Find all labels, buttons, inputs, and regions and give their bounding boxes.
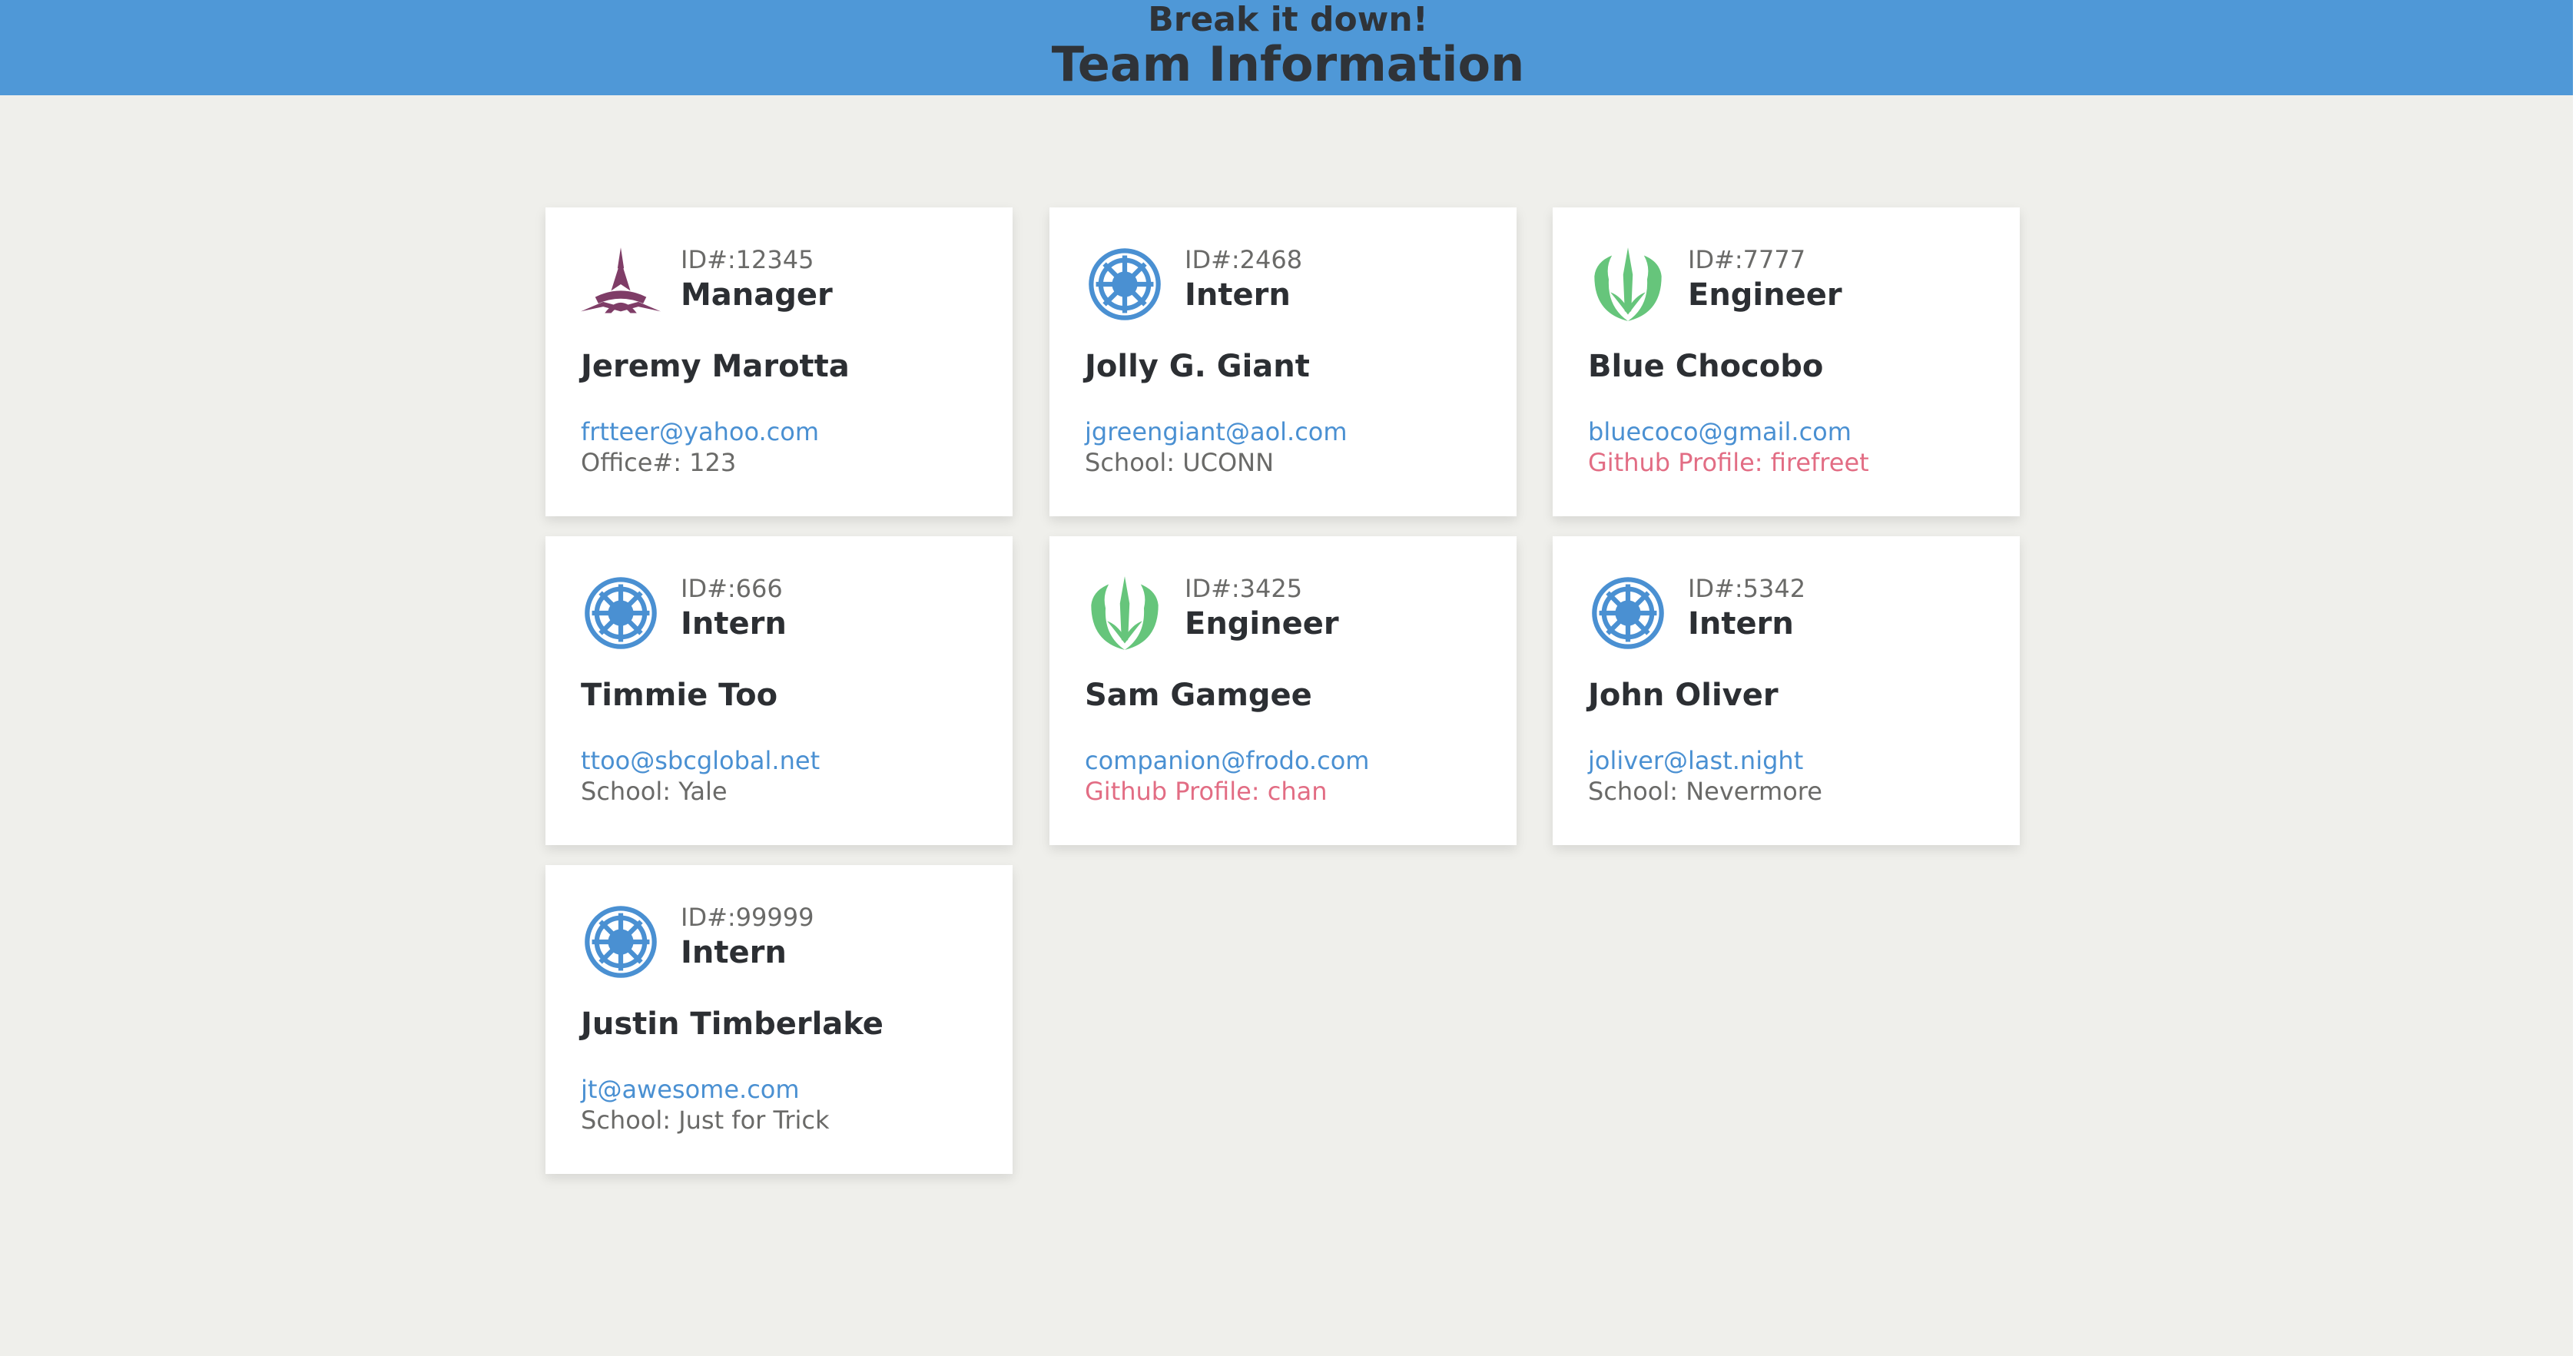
employee-email-link[interactable]: jgreengiant@aol.com: [1085, 416, 1348, 447]
employee-id: ID#:666: [681, 574, 783, 603]
employee-id: ID#:12345: [681, 245, 814, 274]
github-profile-link[interactable]: Github Profile: firefreet: [1588, 447, 1869, 478]
employee-email-link[interactable]: companion@frodo.com: [1085, 745, 1369, 776]
page-header: Break it down! Team Information: [0, 0, 2576, 95]
employee-id: ID#:7777: [1688, 245, 1806, 274]
school-name: School: UCONN: [1085, 448, 1275, 477]
employee-id: ID#:3425: [1185, 574, 1303, 603]
team-card-engineer: ID#:7777 Engineer Blue Chocobo bluecoco@…: [1553, 207, 2020, 516]
employee-name: Jeremy Marotta: [581, 349, 850, 384]
engineer-emblem-icon: [1085, 573, 1165, 653]
team-card-intern: ID#:5342 Intern John Oliver joliver@last…: [1553, 536, 2020, 845]
manager-emblem-icon: [581, 244, 661, 324]
employee-role: Engineer: [1185, 606, 1339, 642]
employee-email-link[interactable]: jt@awesome.com: [581, 1074, 800, 1105]
intern-emblem-icon: [581, 902, 661, 982]
team-card-manager: ID#:12345 Manager Jeremy Marotta frtteer…: [545, 207, 1013, 516]
team-card-intern: ID#:666 Intern Timmie Too ttoo@sbcglobal…: [545, 536, 1013, 845]
employee-role: Intern: [1688, 606, 1794, 642]
intern-emblem-icon: [1085, 244, 1165, 324]
team-card-intern: ID#:99999 Intern Justin Timberlake jt@aw…: [545, 865, 1013, 1174]
page-subtitle: Break it down!: [1148, 0, 1428, 39]
engineer-emblem-icon: [1588, 244, 1668, 324]
school-name: School: Just for Trick: [581, 1106, 830, 1135]
team-card-engineer: ID#:3425 Engineer Sam Gamgee companion@f…: [1049, 536, 1517, 845]
page-title: Team Information: [1051, 36, 1525, 92]
employee-email-link[interactable]: frtteer@yahoo.com: [581, 416, 819, 447]
employee-role: Intern: [681, 935, 787, 970]
employee-email-link[interactable]: joliver@last.night: [1588, 745, 1803, 776]
employee-name: Timmie Too: [581, 678, 778, 713]
school-name: School: Yale: [581, 777, 728, 806]
employee-email-link[interactable]: ttoo@sbcglobal.net: [581, 745, 820, 776]
employee-role: Intern: [681, 606, 787, 642]
office-number: Office#: 123: [581, 448, 737, 477]
employee-id: ID#:5342: [1688, 574, 1806, 603]
employee-role: Engineer: [1688, 277, 1842, 313]
scrollbar-track: [2573, 0, 2576, 1356]
employee-name: Jolly G. Giant: [1085, 349, 1310, 384]
intern-emblem-icon: [1588, 573, 1668, 653]
github-profile-link[interactable]: Github Profile: chan: [1085, 776, 1328, 807]
team-card-intern: ID#:2468 Intern Jolly G. Giant jgreengia…: [1049, 207, 1517, 516]
employee-id: ID#:2468: [1185, 245, 1303, 274]
school-name: School: Nevermore: [1588, 777, 1822, 806]
employee-name: Justin Timberlake: [581, 1006, 884, 1042]
employee-name: Blue Chocobo: [1588, 349, 1824, 384]
employee-name: John Oliver: [1588, 678, 1779, 713]
employee-email-link[interactable]: bluecoco@gmail.com: [1588, 416, 1852, 447]
employee-role: Intern: [1185, 277, 1291, 313]
employee-name: Sam Gamgee: [1085, 678, 1312, 713]
employee-id: ID#:99999: [681, 903, 814, 932]
intern-emblem-icon: [581, 573, 661, 653]
employee-role: Manager: [681, 277, 833, 313]
